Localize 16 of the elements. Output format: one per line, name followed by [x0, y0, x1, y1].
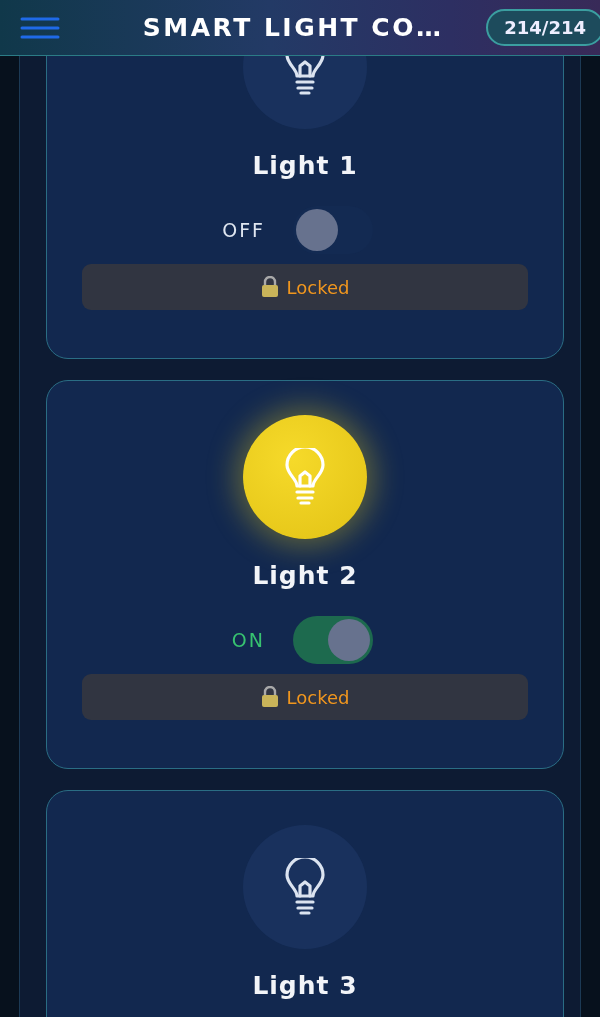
lightbulb-icon — [284, 858, 326, 916]
state-label: OFF — [221, 219, 265, 241]
state-label: ON — [230, 629, 265, 651]
lightbulb-icon — [284, 448, 326, 506]
lock-label: Locked — [286, 276, 350, 298]
padlock-icon — [260, 686, 279, 708]
bulb-button[interactable] — [243, 415, 367, 539]
light-counter: 214/214 — [486, 9, 600, 46]
lock-label: Locked — [286, 686, 350, 708]
light-name: Light 2 — [252, 561, 358, 590]
light-name: Light 3 — [252, 971, 358, 1000]
toggle-switch[interactable] — [293, 616, 373, 664]
app-title: SMART LIGHT CO… — [141, 13, 445, 42]
padlock-icon — [260, 276, 279, 298]
menu-icon[interactable] — [20, 15, 60, 40]
light-name: Light 1 — [252, 151, 358, 180]
